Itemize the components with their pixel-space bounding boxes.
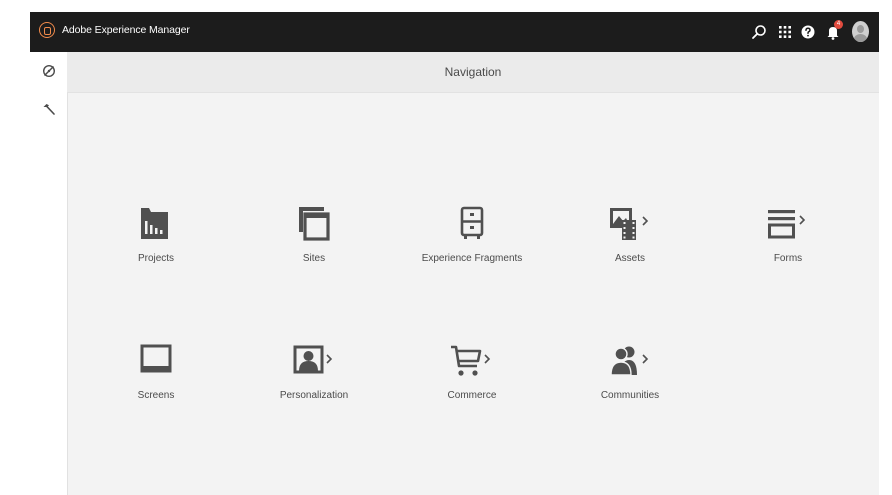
tile-assets[interactable]: Assets bbox=[570, 205, 690, 285]
tile-screens[interactable]: Screens bbox=[96, 342, 216, 422]
assets-icon bbox=[610, 208, 649, 240]
tile-forms[interactable]: Forms bbox=[728, 205, 848, 285]
search-icon[interactable] bbox=[751, 24, 767, 40]
tile-label: Projects bbox=[137, 253, 175, 264]
notification-count-badge[interactable]: 4 bbox=[834, 20, 843, 29]
app-title[interactable]: Adobe Experience Manager bbox=[62, 24, 190, 36]
tile-label: Personalization bbox=[279, 390, 349, 401]
tile-label: Commerce bbox=[447, 390, 497, 401]
projects-icon bbox=[141, 208, 168, 239]
tile-label: Communities bbox=[600, 390, 660, 401]
user-avatar[interactable] bbox=[852, 21, 869, 42]
tile-communities[interactable]: Communities bbox=[570, 342, 690, 422]
tile-label: Assets bbox=[614, 253, 645, 264]
communities-icon bbox=[610, 346, 649, 376]
solutions-grid-icon[interactable] bbox=[778, 24, 792, 40]
screens-icon bbox=[140, 344, 172, 373]
help-icon[interactable] bbox=[801, 24, 815, 40]
sites-icon bbox=[299, 207, 330, 241]
commerce-icon bbox=[451, 345, 491, 376]
left-rail bbox=[30, 52, 68, 495]
rail-navigation-button[interactable] bbox=[30, 52, 67, 90]
top-bar: Adobe Experience Manager 4 bbox=[30, 12, 879, 52]
adobe-experience-manager-logo-icon[interactable] bbox=[39, 22, 55, 38]
tile-label: Screens bbox=[137, 390, 175, 401]
forms-icon bbox=[768, 210, 806, 239]
personalization-icon bbox=[293, 345, 333, 374]
tile-experience-fragments[interactable]: Experience Fragments bbox=[412, 205, 532, 285]
navigation-header: Navigation bbox=[67, 52, 879, 93]
compass-icon bbox=[42, 64, 55, 78]
hammer-icon bbox=[43, 104, 55, 115]
tile-personalization[interactable]: Personalization bbox=[254, 342, 374, 422]
tile-label: Sites bbox=[302, 253, 326, 264]
page-title: Navigation bbox=[444, 65, 502, 79]
aem-window: Adobe Experience Manager 4 Navigation Pr… bbox=[30, 12, 879, 495]
experience-fragments-icon bbox=[460, 206, 484, 239]
tile-sites[interactable]: Sites bbox=[254, 205, 374, 285]
rail-tools-button[interactable] bbox=[30, 90, 67, 128]
tile-label: Forms bbox=[773, 253, 803, 264]
tile-commerce[interactable]: Commerce bbox=[412, 342, 532, 422]
tile-label: Experience Fragments bbox=[421, 253, 523, 264]
tile-projects[interactable]: Projects bbox=[96, 205, 216, 285]
